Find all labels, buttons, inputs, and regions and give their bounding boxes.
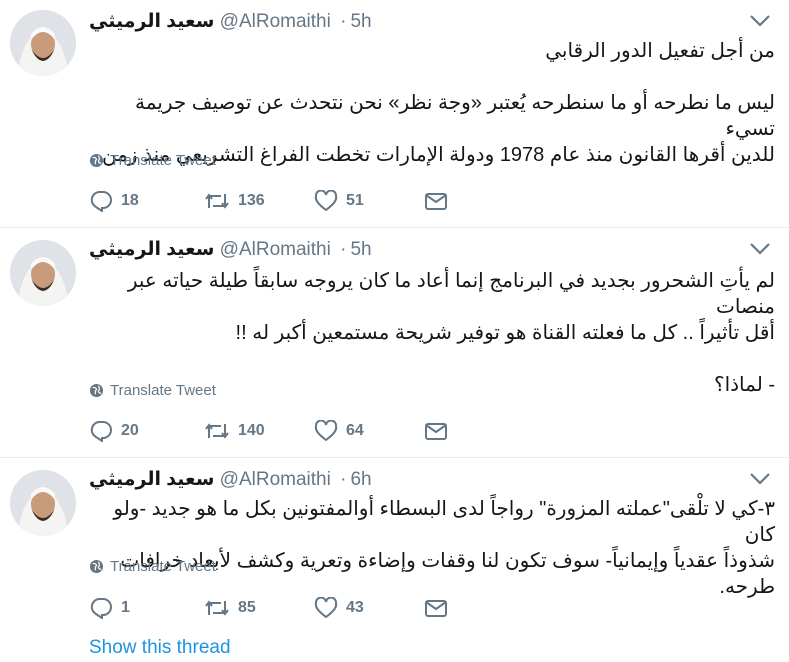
like-count: 64 (346, 422, 364, 439)
like-count: 51 (346, 192, 364, 209)
tweet-line (89, 346, 775, 372)
tweet-header: سعيد الرميثي @AlRomaithi · 6h (89, 468, 372, 491)
reply-count: 18 (121, 192, 139, 209)
show-thread-link[interactable]: Show this thread (89, 637, 231, 659)
tweet-time[interactable]: 6h (350, 469, 371, 490)
tweet-actions: 18 136 51 (89, 190, 448, 212)
direct-message-button[interactable] (424, 421, 448, 441)
tweet-time[interactable]: 5h (350, 239, 371, 260)
tweet-text: ٣-كي لا تلْقى"عملته المزورة" رواجاً لدى … (89, 496, 775, 600)
chevron-down-icon[interactable] (749, 472, 771, 486)
reply-button[interactable]: 18 (89, 190, 204, 212)
avatar[interactable] (10, 240, 76, 306)
chevron-down-icon[interactable] (749, 14, 771, 28)
translate-label: Translate Tweet (110, 558, 216, 575)
chevron-down-icon[interactable] (749, 242, 771, 256)
reply-icon (90, 421, 112, 442)
heart-icon (314, 597, 338, 619)
tweet-line: أقل تأثيراً .. كل ما فعلته القناة هو توف… (235, 322, 775, 344)
reply-button[interactable]: 20 (89, 420, 204, 442)
retweet-icon (205, 600, 229, 616)
tweet-line (89, 64, 775, 90)
tweet-line: ليس ما نطرحه أو ما سنطرحه يُعتبر «وجة نظ… (135, 92, 775, 140)
author-name[interactable]: سعيد الرميثي (89, 239, 214, 260)
reply-count: 1 (121, 599, 130, 616)
direct-message-button[interactable] (424, 191, 448, 211)
tweet[interactable]: سعيد الرميثي @AlRomaithi · 6h ٣-كي لا تلْ… (0, 458, 789, 662)
translate-tweet-link[interactable]: Translate Tweet (89, 152, 216, 169)
retweet-count: 136 (238, 192, 265, 209)
tweet-text: لم يأتِ الشحرور بجديد في البرنامج إنما أ… (89, 268, 775, 398)
avatar-image (10, 240, 76, 306)
like-button[interactable]: 64 (314, 420, 424, 442)
envelope-icon (425, 423, 447, 440)
globe-icon (89, 383, 104, 398)
separator-dot: · (340, 239, 347, 260)
like-button[interactable]: 51 (314, 190, 424, 212)
author-handle[interactable]: @AlRomaithi (220, 469, 331, 490)
author-name[interactable]: سعيد الرميثي (89, 469, 214, 490)
tweet-line: من أجل تفعيل الدور الرقابي (545, 40, 775, 62)
tweet-line: ٣-كي لا تلْقى"عملته المزورة" رواجاً لدى … (113, 498, 775, 546)
heart-icon (314, 420, 338, 442)
avatar-image (10, 10, 76, 76)
retweet-button[interactable]: 85 (204, 598, 314, 618)
tweet-header: سعيد الرميثي @AlRomaithi · 5h (89, 238, 372, 261)
retweet-count: 140 (238, 422, 265, 439)
author-handle[interactable]: @AlRomaithi (220, 11, 331, 32)
like-button[interactable]: 43 (314, 597, 424, 619)
retweet-button[interactable]: 136 (204, 191, 314, 211)
reply-icon (90, 598, 112, 619)
translate-label: Translate Tweet (110, 152, 216, 169)
retweet-icon (205, 193, 229, 209)
tweet-header: سعيد الرميثي @AlRomaithi · 5h (89, 10, 372, 33)
direct-message-button[interactable] (424, 598, 448, 618)
like-count: 43 (346, 599, 364, 616)
retweet-count: 85 (238, 599, 256, 616)
globe-icon (89, 559, 104, 574)
translate-tweet-link[interactable]: Translate Tweet (89, 382, 216, 399)
author-handle[interactable]: @AlRomaithi (220, 239, 331, 260)
globe-icon (89, 153, 104, 168)
tweet[interactable]: سعيد الرميثي @AlRomaithi · 5h لم يأتِ الش… (0, 228, 789, 458)
reply-button[interactable]: 1 (89, 597, 204, 619)
author-name[interactable]: سعيد الرميثي (89, 11, 214, 32)
tweet-actions: 1 85 43 (89, 597, 448, 619)
tweet-time[interactable]: 5h (350, 11, 371, 32)
avatar[interactable] (10, 10, 76, 76)
tweet-text: من أجل تفعيل الدور الرقابي ليس ما نطرحه … (89, 38, 775, 168)
reply-icon (90, 191, 112, 212)
reply-count: 20 (121, 422, 139, 439)
tweet-actions: 20 140 64 (89, 420, 448, 442)
avatar-image (10, 470, 76, 536)
tweet[interactable]: سعيد الرميثي @AlRomaithi · 5h من أجل تفعي… (0, 0, 789, 228)
retweet-button[interactable]: 140 (204, 421, 314, 441)
retweet-icon (205, 423, 229, 439)
avatar[interactable] (10, 470, 76, 536)
separator-dot: · (340, 469, 347, 490)
heart-icon (314, 190, 338, 212)
separator-dot: · (340, 11, 347, 32)
translate-label: Translate Tweet (110, 382, 216, 399)
envelope-icon (425, 600, 447, 617)
tweet-line: لم يأتِ الشحرور بجديد في البرنامج إنما أ… (127, 270, 775, 318)
translate-tweet-link[interactable]: Translate Tweet (89, 558, 216, 575)
envelope-icon (425, 193, 447, 210)
tweet-feed: سعيد الرميثي @AlRomaithi · 5h من أجل تفعي… (0, 0, 789, 662)
